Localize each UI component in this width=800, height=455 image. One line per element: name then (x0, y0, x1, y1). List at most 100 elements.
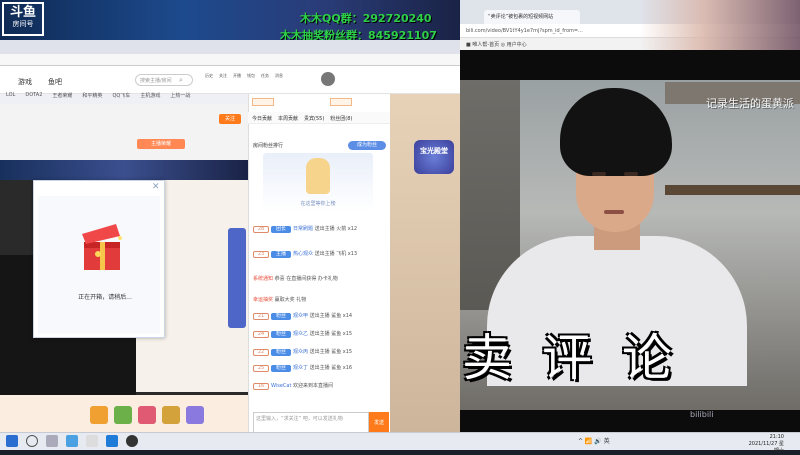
cat-console[interactable]: 主机游戏 (140, 92, 160, 102)
shelf (665, 185, 800, 195)
clock[interactable]: 21:10 2021/11/27 星期六 (744, 434, 784, 455)
person-mouth (604, 210, 624, 214)
gift-icon[interactable] (186, 406, 204, 424)
chat-row: 幸运抽奖 赢取大奖 礼物 (253, 296, 390, 306)
level-badge: 24 (253, 331, 269, 338)
app-icon[interactable] (106, 435, 118, 447)
taskbar (0, 432, 800, 450)
cat-dota2[interactable]: DOTA2 (25, 92, 42, 102)
cat-pubg[interactable]: 和平精英 (82, 92, 102, 102)
panel-header (252, 96, 388, 108)
broadcast-icon[interactable]: 开播 (233, 73, 241, 91)
qq-group-overlay: 木木QQ群：292720240 (300, 12, 432, 25)
tab-fans[interactable]: 粉丝团(8) (330, 115, 352, 122)
system-tray[interactable]: ^ 📶 🔊 英 (578, 436, 610, 445)
obs-icon[interactable] (126, 435, 138, 447)
level-badge: 21 (253, 313, 269, 320)
fan-badge: 团长 (271, 226, 291, 233)
tab-today[interactable]: 今日贡献 (252, 115, 272, 122)
tab-week[interactable]: 本周贡献 (278, 115, 298, 122)
close-icon[interactable]: ✕ (152, 182, 160, 192)
panel-tab[interactable] (330, 98, 352, 106)
cat-honor[interactable]: 王者荣耀 (52, 92, 72, 102)
fan-badge: 主播 (271, 251, 291, 258)
chat-row: 24 粉丝 观众乙 送出主播 鲨鱼 x15 (253, 330, 390, 340)
rank-tabs: 今日贡献 本周贡献 贵宾(55) 粉丝团(8) (248, 112, 390, 124)
video-watermark: bilibili (690, 410, 714, 419)
send-button[interactable]: 发送 (369, 412, 389, 434)
clock-time: 21:10 (769, 434, 784, 440)
nav-games[interactable]: 游戏 (18, 77, 32, 87)
chat-message: 送出主播 鲨鱼 x16 (309, 365, 353, 371)
wallet-icon[interactable]: 钱包 (247, 73, 255, 91)
chat-username[interactable]: 观众甲 (293, 313, 308, 319)
logo-sub: 房间号 (12, 20, 34, 28)
chat-username[interactable]: 热心观众 (293, 251, 313, 257)
level-badge: 16 (253, 383, 269, 390)
left-browser-address-bar[interactable] (0, 54, 460, 66)
chat-message: 欢迎来到本直播间 (293, 383, 334, 389)
gift-icon[interactable] (114, 406, 132, 424)
streamer-info (4, 112, 124, 132)
user-avatar[interactable] (321, 72, 335, 86)
chat-message: 送出主播 火箭 x12 (314, 226, 358, 232)
chat-row: 16 WiseCat 欢迎来到本直播间 (253, 382, 390, 392)
room-badge[interactable]: 主播荣耀 (137, 139, 185, 149)
active-tab[interactable]: “卖评论”被包裹的短视频网站 (484, 10, 580, 24)
browser-icon[interactable] (66, 435, 78, 447)
side-activity-strip[interactable] (228, 228, 246, 328)
chat-message: 送出主播 鲨鱼 x15 (309, 331, 353, 337)
windows-start-icon[interactable] (6, 435, 18, 447)
gift-box-icon (82, 224, 122, 270)
chat-username[interactable]: 系统通知 (253, 276, 273, 282)
left-browser-tabs[interactable] (0, 40, 460, 54)
chat-username[interactable]: WiseCat (271, 383, 291, 389)
chat-username[interactable]: 观众乙 (293, 331, 308, 337)
nav-fishbar[interactable]: 鱼吧 (48, 77, 62, 87)
tab-vip[interactable]: 贵宾(55) (304, 115, 324, 122)
gift-icon[interactable] (138, 406, 156, 424)
person-eye (592, 172, 606, 176)
chat-row: 28 团长 日常刷题 送出主播 火箭 x12 (253, 225, 390, 235)
level-badge: 25 (253, 365, 269, 372)
search-input[interactable]: 搜索主播/房间 (135, 74, 193, 86)
palace-badge[interactable]: 宝光殿堂 (414, 140, 454, 174)
chat-username[interactable]: 观众丙 (293, 349, 308, 355)
cat-lol[interactable]: LOL (6, 92, 15, 102)
video-subtitle: 卖评论 (462, 329, 702, 387)
chat-input[interactable]: 这里输入，“求关注” 吧，可以发送礼物 (253, 412, 369, 434)
follow-icon[interactable]: 关注 (219, 73, 227, 91)
clock-date: 2021/11/27 星期六 (748, 441, 784, 454)
fan-badge: 粉丝 (271, 331, 291, 338)
chat-message: 送出主播 飞机 x13 (314, 251, 358, 257)
chat-row: 21 粉丝 观众甲 送出主播 鲨鱼 x14 (253, 312, 390, 322)
cat-qq-speed[interactable]: QQ飞车 (112, 92, 130, 102)
chat-username[interactable]: 幸运抽奖 (253, 297, 273, 303)
chat-username[interactable]: 日常刷题 (293, 226, 313, 232)
follow-button[interactable]: 关注 (219, 114, 241, 124)
cat-hot[interactable]: 上热一战 (170, 92, 190, 102)
task-icon[interactable]: 任务 (261, 73, 269, 91)
gift-icon[interactable] (90, 406, 108, 424)
panel-tab[interactable] (252, 98, 274, 106)
taskview-icon[interactable] (46, 435, 58, 447)
level-badge: 28 (253, 226, 269, 233)
message-icon[interactable]: 消息 (275, 73, 283, 91)
gift-row (90, 406, 220, 428)
search-icon[interactable]: ⌕ (179, 76, 183, 85)
header-icon-row: 历史 关注 开播 钱包 任务 消息 (205, 73, 325, 91)
chat-row: 23 主播 热心观众 送出主播 飞机 x13 (253, 250, 390, 260)
fan-badge: 粉丝 (271, 365, 291, 372)
rank-card-caption: 在这里等你上榜 (300, 201, 336, 207)
search-icon[interactable] (26, 435, 38, 447)
history-icon[interactable]: 历史 (205, 73, 213, 91)
explorer-icon[interactable] (86, 435, 98, 447)
chat-row: 25 粉丝 观众丁 送出主播 鲨鱼 x16 (253, 364, 390, 374)
chat-message: 赢取大奖 礼物 (274, 297, 307, 303)
level-badge: 23 (253, 251, 269, 258)
chat-username[interactable]: 观众丁 (293, 365, 308, 371)
become-fan-button[interactable]: 成为粉丝 (348, 141, 386, 150)
logo-main: 斗鱼 (9, 5, 36, 20)
gift-icon[interactable] (162, 406, 180, 424)
nested-banner (0, 160, 248, 180)
